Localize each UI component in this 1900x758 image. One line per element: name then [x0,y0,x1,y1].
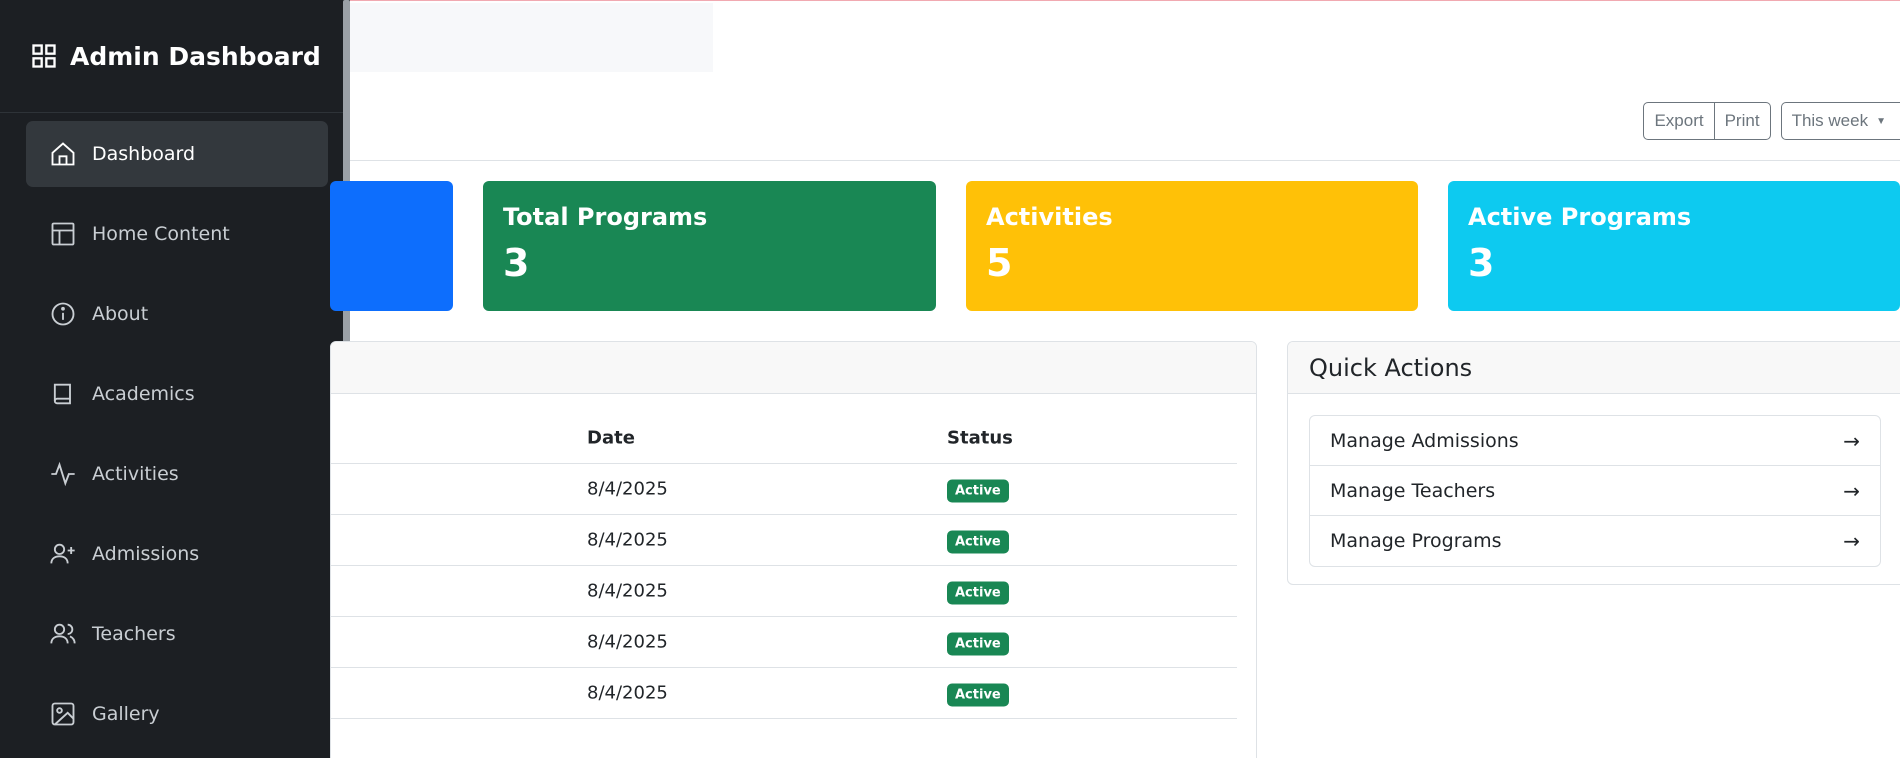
status-cell: Active [947,530,1009,554]
quick-actions-title: Quick Actions [1288,342,1900,394]
stat-title: Activities [986,203,1113,231]
table-header-row: Date Status [331,412,1237,464]
stat-value: 3 [1468,241,1495,285]
date-cell: 8/4/2025 [587,529,668,551]
brand-title: Admin Dashboard [70,41,321,71]
sidebar-item-dashboard[interactable]: Dashboard [26,121,328,187]
status-badge: Active [947,581,1009,605]
date-cell: 8/4/2025 [587,478,668,500]
sidebar-item-label: About [92,303,149,325]
table-row[interactable]: 8/4/2025 Active [331,617,1237,668]
sidebar-item-label: Home Content [92,223,230,245]
sidebar-item-label: Admissions [92,543,200,565]
sidebar-item-home-content[interactable]: Home Content [26,201,328,267]
layout-icon [48,219,78,249]
sidebar-item-label: Teachers [92,623,176,645]
column-header-date[interactable]: Date [587,427,635,448]
caret-down-icon: ▼ [1876,115,1886,127]
manage-admissions-link[interactable]: Manage Admissions → [1310,416,1880,466]
status-cell: Active [947,581,1009,605]
sidebar: Admin Dashboard Dashboard Home Content A… [0,0,350,758]
date-range-label: This week [1791,111,1869,130]
sidebar-item-label: Dashboard [92,143,196,165]
activity-icon [48,459,78,489]
users-icon [48,619,78,649]
table-row[interactable]: 8/4/2025 Active [331,515,1237,566]
stat-value: 3 [503,241,530,285]
recent-items-panel: Date Status 8/4/2025 Active 8/4/2025 Act… [330,341,1257,758]
toolbar: Export Print This week ▼ [1643,102,1900,140]
image-icon [48,699,78,729]
manage-teachers-link[interactable]: Manage Teachers → [1310,466,1880,516]
sidebar-item-gallery[interactable]: Gallery [26,681,328,747]
date-cell: 8/4/2025 [587,682,668,704]
status-badge: Active [947,632,1009,656]
quick-actions-list: Manage Admissions → Manage Teachers → Ma… [1309,415,1881,567]
status-cell: Active [947,632,1009,656]
user-plus-icon [48,539,78,569]
sidebar-item-activities[interactable]: Activities [26,441,328,507]
grid-icon [32,44,56,68]
book-icon [48,379,78,409]
date-cell: 8/4/2025 [587,631,668,653]
data-table: Date Status 8/4/2025 Active 8/4/2025 Act… [331,412,1237,719]
export-button[interactable]: Export [1643,102,1715,140]
table-row[interactable]: 8/4/2025 Active [331,566,1237,617]
arrow-right-icon: → [1843,529,1860,553]
sidebar-item-label: Academics [92,383,195,405]
stat-card-active-programs: Active Programs 3 [1448,181,1900,311]
sidebar-item-label: Gallery [92,703,160,725]
quick-action-label: Manage Programs [1330,530,1502,552]
quick-actions-panel: Quick Actions Manage Admissions → Manage… [1287,341,1900,585]
quick-action-label: Manage Admissions [1330,429,1519,452]
stat-title: Total Programs [503,203,708,231]
top-border [350,0,1900,1]
stat-value: 5 [986,241,1013,285]
arrow-right-icon: → [1843,478,1860,503]
stat-card [330,181,453,311]
info-icon [48,299,78,329]
status-badge: Active [947,530,1009,554]
header-divider [350,160,1900,161]
stat-title: Active Programs [1468,203,1692,231]
sidebar-item-admissions[interactable]: Admissions [26,521,328,587]
date-cell: 8/4/2025 [587,580,668,602]
sidebar-item-academics[interactable]: Academics [26,361,328,427]
sidebar-nav: Dashboard Home Content About Academics A… [0,113,350,747]
stat-card-total-programs: Total Programs 3 [483,181,936,311]
brand[interactable]: Admin Dashboard [0,0,350,113]
status-cell: Active [947,479,1009,503]
sidebar-item-about[interactable]: About [26,281,328,347]
sidebar-item-teachers[interactable]: Teachers [26,601,328,667]
status-badge: Active [947,683,1009,707]
header-placeholder [350,3,713,72]
home-icon [48,139,78,169]
export-print-group: Export Print [1643,102,1771,140]
quick-action-label: Manage Teachers [1330,479,1496,502]
date-range-dropdown[interactable]: This week ▼ [1780,102,1900,140]
print-button[interactable]: Print [1714,102,1771,140]
table-row[interactable]: 8/4/2025 Active [331,668,1237,719]
arrow-right-icon: → [1843,428,1860,453]
column-header-status[interactable]: Status [947,427,1013,448]
panel-header [331,342,1256,394]
manage-programs-link[interactable]: Manage Programs → [1310,516,1880,566]
status-cell: Active [947,683,1009,707]
stat-card-activities: Activities 5 [966,181,1418,311]
status-badge: Active [947,479,1009,503]
sidebar-item-label: Activities [92,463,179,485]
table-row[interactable]: 8/4/2025 Active [331,464,1237,515]
